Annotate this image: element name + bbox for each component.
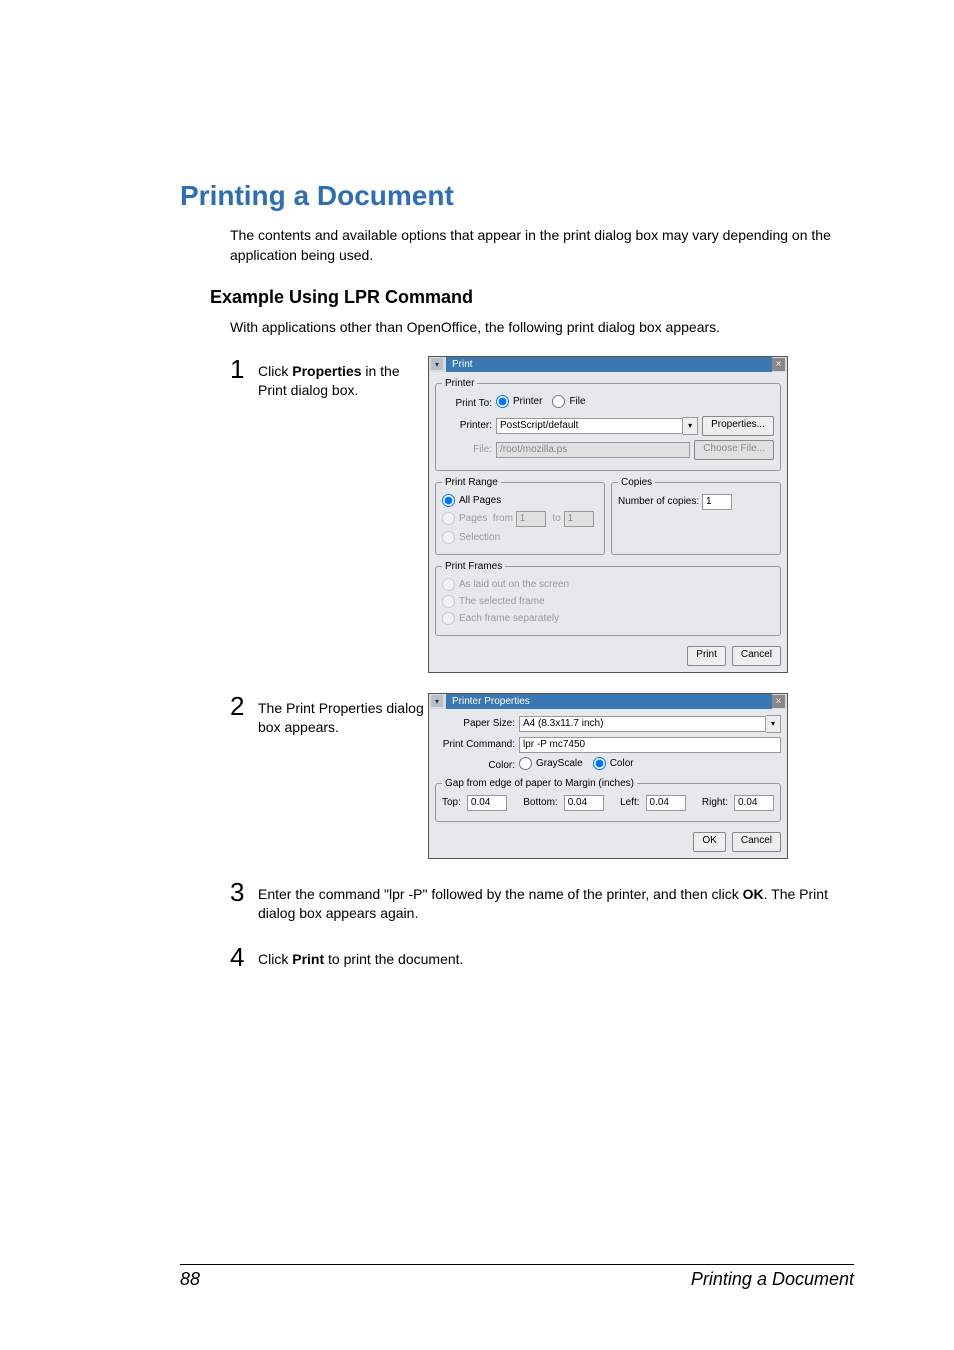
footer-title: Printing a Document bbox=[691, 1269, 854, 1290]
step-4-bold: Print bbox=[292, 951, 324, 967]
grayscale-radio[interactable]: GrayScale bbox=[519, 757, 583, 770]
print-button[interactable]: Print bbox=[687, 646, 726, 666]
pages-range-radio: Pages from to bbox=[442, 511, 598, 527]
page-number: 88 bbox=[180, 1269, 200, 1290]
top-margin-field[interactable] bbox=[467, 795, 507, 811]
print-range-group: Print Range All Pages Pages from to Sele… bbox=[435, 477, 605, 555]
print-command-label: Print Command: bbox=[435, 739, 515, 750]
printer-label: Printer: bbox=[442, 420, 492, 431]
to-label: to bbox=[552, 513, 560, 524]
left-margin-field[interactable] bbox=[646, 795, 686, 811]
intro-text: The contents and available options that … bbox=[230, 226, 854, 265]
grayscale-label: GrayScale bbox=[536, 758, 583, 769]
print-range-label: Print Range bbox=[442, 477, 501, 488]
step-4-number: 4 bbox=[230, 944, 248, 970]
step-2-number: 2 bbox=[230, 693, 248, 719]
frames-as-laid-out-radio: As laid out on the screen bbox=[442, 578, 774, 591]
step-4-post: to print the document. bbox=[324, 951, 463, 967]
cancel-button[interactable]: Cancel bbox=[732, 646, 781, 666]
properties-button[interactable]: Properties... bbox=[702, 416, 774, 436]
printer-properties-titlebar[interactable]: ▾ Printer Properties × bbox=[429, 694, 787, 709]
right-margin-field[interactable] bbox=[734, 795, 774, 811]
from-field bbox=[516, 511, 546, 527]
copies-group-label: Copies bbox=[618, 477, 655, 488]
print-to-printer-label: Printer bbox=[513, 396, 542, 407]
selection-label: Selection bbox=[459, 532, 500, 543]
paper-size-select[interactable] bbox=[519, 716, 766, 732]
step-1-bold: Properties bbox=[292, 363, 361, 379]
close-icon[interactable]: × bbox=[772, 695, 785, 708]
file-label: File: bbox=[442, 444, 492, 455]
print-to-printer-radio[interactable]: Printer bbox=[496, 395, 542, 408]
step-1-pre: Click bbox=[258, 363, 292, 379]
step-3-bold: OK bbox=[743, 886, 764, 902]
step-3-pre: Enter the command "lpr -P" followed by t… bbox=[258, 886, 743, 902]
paper-size-label: Paper Size: bbox=[435, 718, 515, 729]
printer-group: Printer Print To: Printer File Printer: … bbox=[435, 378, 781, 471]
frames-selected-radio: The selected frame bbox=[442, 595, 774, 608]
print-dialog-title: Print bbox=[446, 357, 772, 372]
copies-field[interactable] bbox=[702, 494, 732, 510]
right-margin-label: Right: bbox=[702, 797, 728, 808]
section-intro: With applications other than OpenOffice,… bbox=[230, 318, 854, 338]
margin-gap-group: Gap from edge of paper to Margin (inches… bbox=[435, 778, 781, 822]
top-margin-label: Top: bbox=[442, 797, 461, 808]
chevron-down-icon[interactable]: ▾ bbox=[683, 417, 698, 435]
left-margin-label: Left: bbox=[620, 797, 639, 808]
to-field bbox=[564, 511, 594, 527]
chevron-down-icon[interactable]: ▾ bbox=[766, 715, 781, 733]
ok-button[interactable]: OK bbox=[693, 832, 725, 852]
rollup-icon[interactable]: ▾ bbox=[431, 695, 443, 707]
all-pages-radio[interactable]: All Pages bbox=[442, 494, 598, 507]
file-field bbox=[496, 442, 690, 458]
copies-group: Copies Number of copies: bbox=[611, 477, 781, 555]
print-dialog: ▾ Print × Printer Print To: Printer File… bbox=[428, 356, 788, 673]
step-2-text: The Print Properties dialog box appears. bbox=[258, 693, 428, 738]
selection-radio: Selection bbox=[442, 531, 598, 544]
printer-properties-title: Printer Properties bbox=[446, 694, 772, 709]
print-command-field[interactable] bbox=[519, 737, 781, 753]
page-heading: Printing a Document bbox=[180, 180, 854, 212]
pages-label: Pages bbox=[459, 513, 487, 524]
frames-opt1-label: As laid out on the screen bbox=[459, 579, 569, 590]
step-1-text: Click Properties in the Print dialog box… bbox=[258, 356, 428, 401]
step-4-text: Click Print to print the document. bbox=[258, 944, 854, 970]
print-to-label: Print To: bbox=[442, 398, 492, 409]
print-frames-label: Print Frames bbox=[442, 561, 505, 572]
frames-opt2-label: The selected frame bbox=[459, 596, 545, 607]
print-frames-group: Print Frames As laid out on the screen T… bbox=[435, 561, 781, 636]
frames-opt3-label: Each frame separately bbox=[459, 613, 559, 624]
all-pages-label: All Pages bbox=[459, 495, 501, 506]
page-footer: 88 Printing a Document bbox=[180, 1264, 854, 1290]
rollup-icon[interactable]: ▾ bbox=[431, 358, 443, 370]
from-label: from bbox=[493, 513, 513, 524]
frames-each-radio: Each frame separately bbox=[442, 612, 774, 625]
printer-select[interactable] bbox=[496, 418, 683, 434]
margin-gap-label: Gap from edge of paper to Margin (inches… bbox=[442, 778, 637, 789]
step-1-number: 1 bbox=[230, 356, 248, 382]
close-icon[interactable]: × bbox=[772, 358, 785, 371]
step-3-number: 3 bbox=[230, 879, 248, 905]
copies-label: Number of copies: bbox=[618, 496, 699, 507]
print-dialog-titlebar[interactable]: ▾ Print × bbox=[429, 357, 787, 372]
bottom-margin-label: Bottom: bbox=[523, 797, 557, 808]
section-heading: Example Using LPR Command bbox=[210, 287, 854, 308]
step-3-text: Enter the command "lpr -P" followed by t… bbox=[258, 879, 854, 924]
color-radio[interactable]: Color bbox=[593, 757, 634, 770]
print-to-file-radio[interactable]: File bbox=[552, 395, 585, 408]
print-to-file-label: File bbox=[569, 396, 585, 407]
printer-group-label: Printer bbox=[442, 378, 477, 389]
step-4-pre: Click bbox=[258, 951, 292, 967]
printer-properties-dialog: ▾ Printer Properties × Paper Size: ▾ Pri… bbox=[428, 693, 788, 859]
bottom-margin-field[interactable] bbox=[564, 795, 604, 811]
cancel-button[interactable]: Cancel bbox=[732, 832, 781, 852]
color-option-label: Color bbox=[610, 758, 634, 769]
color-label: Color: bbox=[435, 760, 515, 771]
choose-file-button: Choose File... bbox=[694, 440, 774, 460]
